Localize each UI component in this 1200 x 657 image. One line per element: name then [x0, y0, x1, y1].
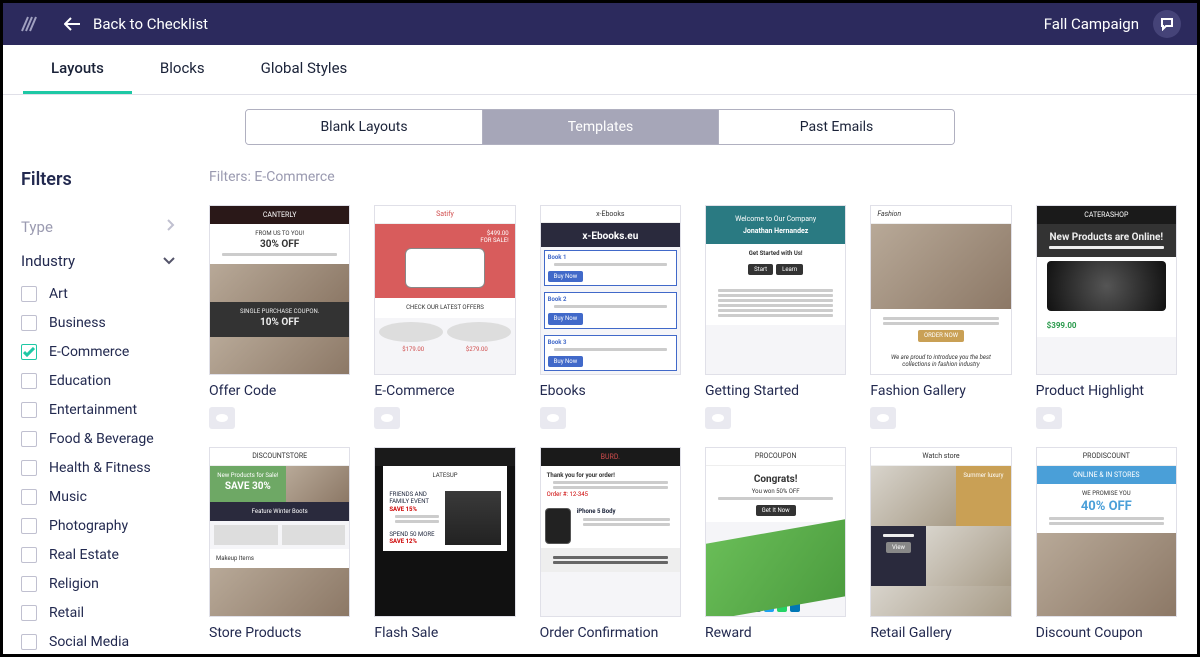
checkbox-entertainment[interactable]: Entertainment	[21, 402, 175, 418]
tab-global-styles[interactable]: Global Styles	[233, 45, 376, 94]
template-title: Flash Sale	[374, 625, 515, 641]
template-thumbnail: PROCOUPON Congrats!You won 50% OFFGet It…	[705, 447, 846, 617]
templates-main: Filters: E-Commerce CANTERLY FROM US TO …	[193, 155, 1197, 654]
chat-button[interactable]	[1153, 10, 1181, 38]
segment-blank-layouts[interactable]: Blank Layouts	[246, 110, 482, 144]
chevron-right-icon	[165, 219, 175, 235]
template-card[interactable]: PRODISCOUNT ONLINE & IN STORES WE PROMIS…	[1036, 447, 1177, 641]
checkbox-business[interactable]: Business	[21, 315, 175, 331]
chevron-down-icon	[163, 253, 175, 269]
preview-button[interactable]	[209, 407, 235, 429]
industry-options: Art Business E-Commerce Education Entert…	[21, 286, 175, 650]
template-thumbnail: LATESUP FRIENDS AND FAMILY EVENTSAVE 15%…	[374, 447, 515, 617]
template-thumbnail: CATERASHOP New Products are Online! $399…	[1036, 205, 1177, 375]
template-card[interactable]: BURD. Thank you for your order!Order #: …	[540, 447, 681, 641]
filter-group-label: Type	[21, 218, 53, 236]
template-title: Getting Started	[705, 383, 846, 399]
checkbox-e-commerce[interactable]: E-Commerce	[21, 344, 175, 360]
template-title: Offer Code	[209, 383, 350, 399]
template-thumbnail: Satify $499.00FOR SALE! CHECK OUR LATEST…	[374, 205, 515, 375]
template-card[interactable]: x-Ebooks x-Ebooks.eu Book 1Buy Now Book …	[540, 205, 681, 429]
template-thumbnail: DISCOUNTSTORE New Products for Sale!SAVE…	[209, 447, 350, 617]
checkbox-real-estate[interactable]: Real Estate	[21, 547, 175, 563]
primary-tabs: Layouts Blocks Global Styles	[3, 45, 1197, 95]
segment-past-emails[interactable]: Past Emails	[718, 110, 954, 144]
template-thumbnail: Welcome to Our CompanyJonathan Hernandez…	[705, 205, 846, 375]
template-title: Store Products	[209, 625, 350, 641]
template-card[interactable]: Watch store Summer luxury View Retail Ga…	[870, 447, 1011, 641]
template-card[interactable]: DISCOUNTSTORE New Products for Sale!SAVE…	[209, 447, 350, 641]
template-title: Order Confirmation	[540, 625, 681, 641]
template-thumbnail: Fashion ORDER NOW We are proud to introd…	[870, 205, 1011, 375]
template-thumbnail: PRODISCOUNT ONLINE & IN STORES WE PROMIS…	[1036, 447, 1177, 617]
checkbox-health-fitness[interactable]: Health & Fitness	[21, 460, 175, 476]
template-card[interactable]: LATESUP FRIENDS AND FAMILY EVENTSAVE 15%…	[374, 447, 515, 641]
template-thumbnail: x-Ebooks x-Ebooks.eu Book 1Buy Now Book …	[540, 205, 681, 375]
template-title: E-Commerce	[374, 383, 515, 399]
template-thumbnail: Watch store Summer luxury View	[870, 447, 1011, 617]
template-card[interactable]: PROCOUPON Congrats!You won 50% OFFGet It…	[705, 447, 846, 641]
checkbox-photography[interactable]: Photography	[21, 518, 175, 534]
filter-summary: Filters: E-Commerce	[209, 169, 1177, 185]
template-title: Ebooks	[540, 383, 681, 399]
preview-button[interactable]	[1036, 407, 1062, 429]
filters-sidebar: Filters Type Industry Art Business E-Com…	[3, 155, 193, 654]
template-card[interactable]: CANTERLY FROM US TO YOU!30% OFF SINGLE P…	[209, 205, 350, 429]
preview-button[interactable]	[540, 407, 566, 429]
filters-heading: Filters	[21, 169, 175, 190]
preview-button[interactable]	[374, 407, 400, 429]
checkbox-social-media[interactable]: Social Media	[21, 634, 175, 650]
template-card[interactable]: Welcome to Our CompanyJonathan Hernandez…	[705, 205, 846, 429]
template-thumbnail: BURD. Thank you for your order!Order #: …	[540, 447, 681, 617]
template-card[interactable]: Fashion ORDER NOW We are proud to introd…	[870, 205, 1011, 429]
checkbox-education[interactable]: Education	[21, 373, 175, 389]
filter-group-industry[interactable]: Industry	[21, 252, 175, 270]
topbar: Back to Checklist Fall Campaign	[3, 3, 1197, 45]
template-title: Retail Gallery	[870, 625, 1011, 641]
checkbox-art[interactable]: Art	[21, 286, 175, 302]
segment-templates[interactable]: Templates	[482, 110, 718, 144]
preview-button[interactable]	[870, 407, 896, 429]
app-logo-icon	[19, 14, 39, 34]
template-grid: CANTERLY FROM US TO YOU!30% OFF SINGLE P…	[209, 205, 1177, 641]
campaign-title: Fall Campaign	[1044, 15, 1139, 33]
template-title: Product Highlight	[1036, 383, 1177, 399]
filter-group-label: Industry	[21, 252, 75, 270]
template-thumbnail: CANTERLY FROM US TO YOU!30% OFF SINGLE P…	[209, 205, 350, 375]
tab-blocks[interactable]: Blocks	[132, 45, 233, 94]
filter-group-type[interactable]: Type	[21, 218, 175, 236]
template-card[interactable]: Satify $499.00FOR SALE! CHECK OUR LATEST…	[374, 205, 515, 429]
checkbox-music[interactable]: Music	[21, 489, 175, 505]
back-link[interactable]: Back to Checklist	[93, 15, 208, 33]
checkbox-retail[interactable]: Retail	[21, 605, 175, 621]
back-arrow-icon[interactable]	[63, 15, 81, 33]
segment-row: Blank Layouts Templates Past Emails	[3, 95, 1197, 155]
template-card[interactable]: CATERASHOP New Products are Online! $399…	[1036, 205, 1177, 429]
tab-layouts[interactable]: Layouts	[23, 45, 132, 94]
template-title: Reward	[705, 625, 846, 641]
template-title: Discount Coupon	[1036, 625, 1177, 641]
checkbox-food-beverage[interactable]: Food & Beverage	[21, 431, 175, 447]
checkbox-religion[interactable]: Religion	[21, 576, 175, 592]
preview-button[interactable]	[705, 407, 731, 429]
template-title: Fashion Gallery	[870, 383, 1011, 399]
